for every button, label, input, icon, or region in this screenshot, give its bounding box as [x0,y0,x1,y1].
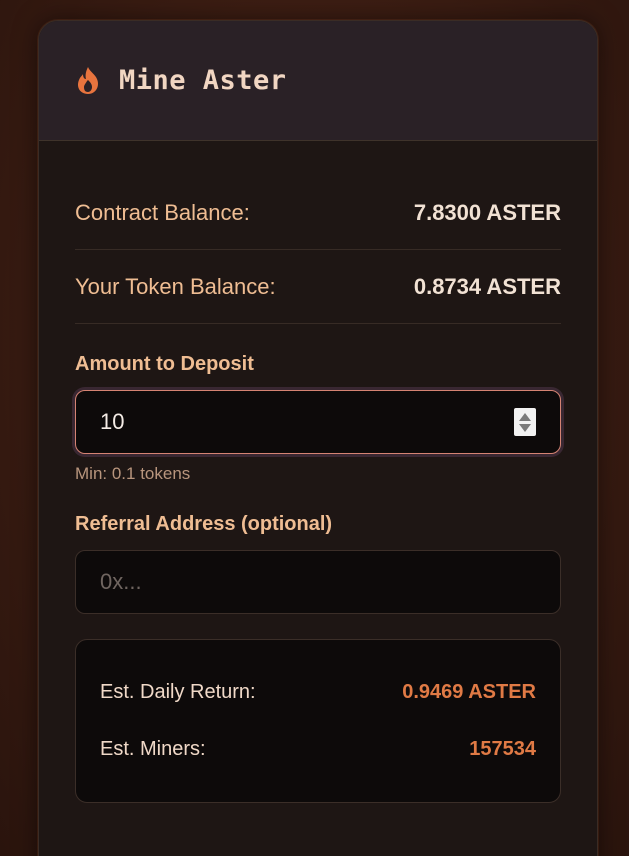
deposit-min-hint: Min: 0.1 tokens [75,464,191,483]
est-miners-row: Est. Miners: 157534 [100,721,536,778]
card-header: Mine Aster [39,21,597,141]
mine-card: Mine Aster Contract Balance: 7.8300 ASTE… [38,20,598,856]
contract-balance-label: Contract Balance: [75,200,250,225]
page-title: Mine Aster [119,65,287,96]
est-daily-return-label: Est. Daily Return: [100,681,256,703]
deposit-amount-value: 10 [100,409,125,434]
stepper-down-icon[interactable] [519,423,531,432]
token-balance-label: Your Token Balance: [75,273,276,299]
contract-balance-row: Contract Balance: 7.8300 ASTER [75,177,561,250]
card-body: Contract Balance: 7.8300 ASTER Your Toke… [39,177,597,803]
deposit-label: Amount to Deposit [75,353,254,375]
amount-stepper[interactable] [514,408,536,436]
contract-balance-value: 7.8300 ASTER [413,200,561,225]
est-daily-return-value: 0.9469 ASTER [402,681,536,703]
referral-label: Referral Address (optional) [75,513,333,535]
est-miners-label: Est. Miners: [100,738,206,760]
token-balance-row: Your Token Balance: 0.8734 ASTER [75,250,561,324]
deposit-amount-input[interactable]: 10 [75,390,561,454]
est-miners-value: 157534 [469,738,536,760]
flame-icon [73,66,103,96]
token-balance-value: 0.8734 ASTER [413,273,561,299]
referral-address-input[interactable]: 0x... [75,550,561,614]
stepper-up-icon[interactable] [519,412,531,421]
estimate-panel: Est. Daily Return: 0.9469 ASTER Est. Min… [75,639,561,803]
est-daily-return-row: Est. Daily Return: 0.9469 ASTER [100,664,536,721]
referral-placeholder: 0x... [100,569,142,594]
